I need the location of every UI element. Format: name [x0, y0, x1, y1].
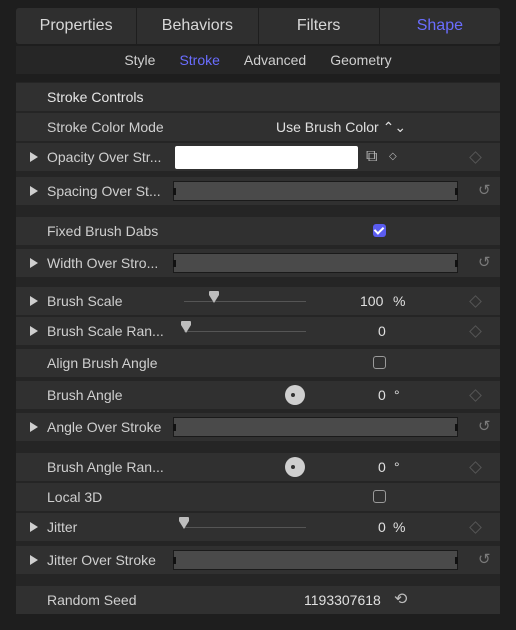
keyframe-diamond-icon[interactable]: [469, 461, 482, 474]
jitter-label: Jitter: [47, 519, 78, 535]
brush-angle-unit: °: [394, 387, 400, 403]
stroke-controls-panel: Stroke Controls Stroke Color Mode Use Br…: [16, 82, 500, 614]
spacing-over-stroke-label: Spacing Over St...: [47, 183, 161, 199]
random-seed-label: Random Seed: [47, 592, 137, 608]
fixed-brush-dabs-checkbox[interactable]: [373, 224, 386, 237]
subtab-geometry[interactable]: Geometry: [330, 52, 391, 68]
brush-scale-label: Brush Scale: [47, 293, 123, 309]
random-seed-value[interactable]: 1193307618: [304, 586, 381, 614]
gradient-preset-icon[interactable]: ⧉: [366, 143, 377, 171]
slider-knob[interactable]: [209, 291, 219, 303]
row-jitter-over-stroke: Jitter Over Stroke ↺: [16, 546, 500, 574]
disclosure-triangle-icon[interactable]: [30, 258, 38, 268]
row-jitter: Jitter 0 %: [16, 513, 500, 541]
local-3d-label: Local 3D: [47, 489, 103, 505]
inspector-tabs: Properties Behaviors Filters Shape: [16, 8, 500, 44]
shape-subtabs: Style Stroke Advanced Geometry: [16, 46, 500, 74]
row-brush-scale-range: Brush Scale Ran... 0: [16, 317, 500, 345]
disclosure-triangle-icon[interactable]: [30, 422, 38, 432]
disclosure-triangle-icon[interactable]: [30, 522, 38, 532]
brush-scale-range-label: Brush Scale Ran...: [47, 323, 164, 339]
brush-scale-unit: %: [393, 293, 406, 309]
stroke-color-mode-select[interactable]: Use Brush Color ⌃⌄: [276, 113, 406, 141]
row-brush-scale: Brush Scale 100 %: [16, 287, 500, 315]
brush-scale-range-slider[interactable]: [184, 331, 306, 332]
keyframe-diamond-icon[interactable]: [469, 521, 482, 534]
stroke-color-mode-label: Stroke Color Mode: [47, 119, 164, 135]
angle-dial[interactable]: [285, 457, 305, 477]
subtab-advanced[interactable]: Advanced: [244, 52, 306, 68]
row-angle-over-stroke: Angle Over Stroke ↺: [16, 413, 500, 441]
tab-properties[interactable]: Properties: [16, 8, 138, 44]
jitter-curve-editor[interactable]: [173, 550, 458, 570]
row-align-brush-angle: Align Brush Angle: [16, 349, 500, 377]
angle-curve-editor[interactable]: [173, 417, 458, 437]
jitter-slider[interactable]: [184, 527, 306, 528]
angle-dial[interactable]: [285, 385, 305, 405]
reset-icon[interactable]: ↺: [478, 182, 491, 200]
regenerate-icon[interactable]: ⟲: [394, 586, 407, 614]
jitter-over-stroke-label: Jitter Over Stroke: [47, 552, 156, 568]
row-opacity-over-stroke: Opacity Over Str... ⧉ ◇: [16, 143, 500, 171]
angle-over-stroke-label: Angle Over Stroke: [47, 419, 162, 435]
section-header: Stroke Controls: [16, 83, 500, 111]
brush-scale-value[interactable]: 100: [360, 287, 383, 315]
opacity-over-stroke-label: Opacity Over Str...: [47, 149, 162, 165]
tab-filters[interactable]: Filters: [259, 8, 380, 44]
jitter-unit: %: [393, 519, 406, 535]
tab-shape[interactable]: Shape: [380, 8, 500, 44]
tab-behaviors[interactable]: Behaviors: [137, 8, 259, 44]
disclosure-triangle-icon[interactable]: [30, 186, 38, 196]
jitter-value[interactable]: 0: [378, 513, 386, 541]
brush-angle-value[interactable]: 0: [378, 381, 386, 409]
slider-knob[interactable]: [181, 321, 191, 333]
row-stroke-color-mode: Stroke Color Mode Use Brush Color ⌃⌄: [16, 113, 500, 141]
width-curve-editor[interactable]: [173, 253, 458, 273]
opacity-gradient-swatch[interactable]: [175, 146, 358, 169]
brush-angle-range-value[interactable]: 0: [378, 453, 386, 481]
row-local-3d: Local 3D: [16, 483, 500, 511]
row-random-seed: Random Seed 1193307618 ⟲: [16, 586, 500, 614]
subtab-style[interactable]: Style: [124, 52, 155, 68]
disclosure-triangle-icon[interactable]: [30, 555, 38, 565]
reset-icon[interactable]: ↺: [478, 418, 491, 436]
keyframe-diamond-icon[interactable]: [469, 295, 482, 308]
spacing-curve-editor[interactable]: [173, 181, 458, 201]
row-fixed-brush-dabs: Fixed Brush Dabs: [16, 217, 500, 245]
keyframe-diamond-icon[interactable]: [469, 325, 482, 338]
slider-knob[interactable]: [179, 517, 189, 529]
subtab-stroke[interactable]: Stroke: [179, 52, 219, 68]
width-over-stroke-label: Width Over Stro...: [47, 255, 159, 271]
brush-angle-label: Brush Angle: [47, 387, 123, 403]
chevron-updown-icon[interactable]: ◇: [389, 143, 397, 171]
row-spacing-over-stroke: Spacing Over St... ↺: [16, 177, 500, 205]
align-brush-angle-checkbox[interactable]: [373, 356, 386, 369]
row-brush-angle-range: Brush Angle Ran... 0 °: [16, 453, 500, 481]
keyframe-diamond-icon[interactable]: [469, 389, 482, 402]
fixed-brush-dabs-label: Fixed Brush Dabs: [47, 223, 159, 239]
brush-angle-range-label: Brush Angle Ran...: [47, 459, 164, 475]
section-title: Stroke Controls: [47, 89, 144, 105]
row-brush-angle: Brush Angle 0 °: [16, 381, 500, 409]
row-width-over-stroke: Width Over Stro... ↺: [16, 249, 500, 277]
disclosure-triangle-icon[interactable]: [30, 296, 38, 306]
brush-scale-range-value[interactable]: 0: [378, 317, 386, 345]
keyframe-diamond-icon[interactable]: [469, 151, 482, 164]
brush-angle-range-unit: °: [394, 459, 400, 475]
align-brush-angle-label: Align Brush Angle: [47, 355, 158, 371]
reset-icon[interactable]: ↺: [478, 551, 491, 569]
disclosure-triangle-icon[interactable]: [30, 152, 38, 162]
brush-scale-slider[interactable]: [184, 301, 306, 302]
local-3d-checkbox[interactable]: [373, 490, 386, 503]
disclosure-triangle-icon[interactable]: [30, 326, 38, 336]
reset-icon[interactable]: ↺: [478, 254, 491, 272]
